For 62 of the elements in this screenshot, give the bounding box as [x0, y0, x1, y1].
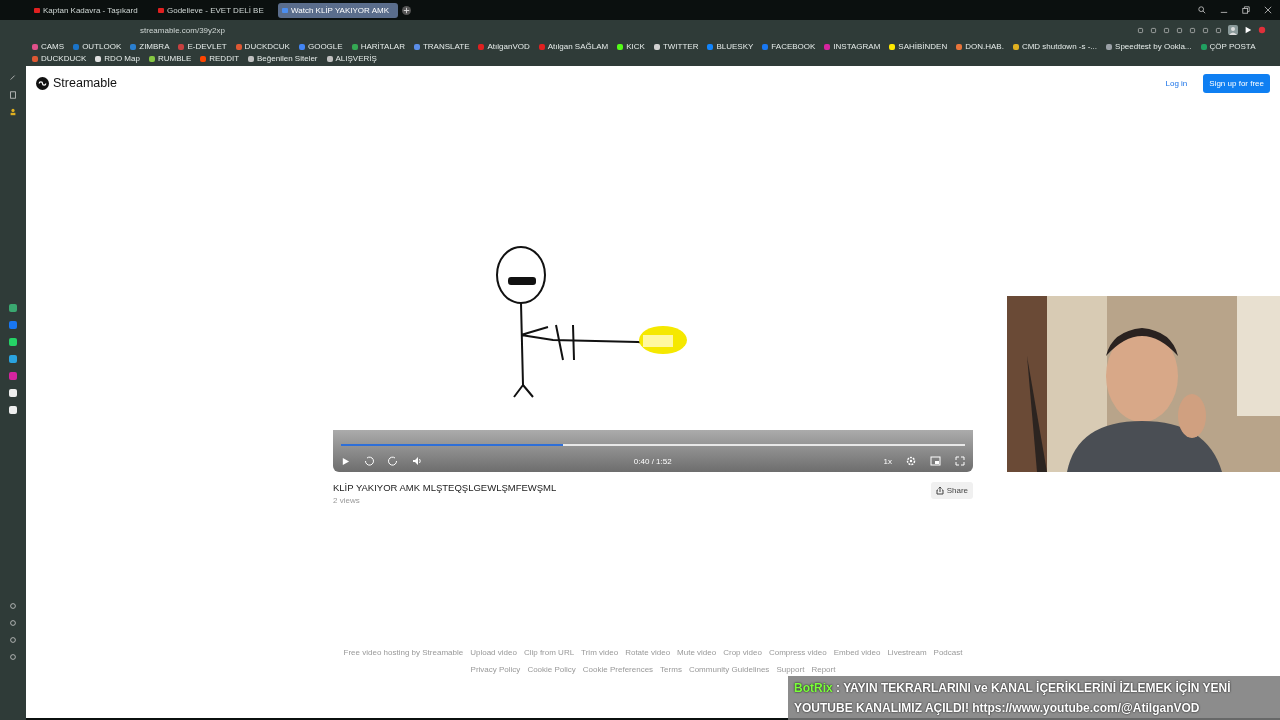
view-count: 2 views: [333, 496, 361, 505]
bookmark[interactable]: TRANSLATE: [413, 42, 470, 51]
browser-tab[interactable]: Watch KLİP YAKIYOR AMK: [278, 2, 398, 18]
bookmark[interactable]: DON.HAB.: [956, 42, 1004, 51]
bookmark[interactable]: KICK: [617, 42, 645, 51]
share-button[interactable]: Share: [930, 482, 973, 499]
app-icon[interactable]: [9, 321, 17, 329]
play-icon: [1244, 26, 1252, 34]
browser-tab[interactable]: Kaptan Kadavra - Taşıkard: [30, 2, 150, 18]
app-icon[interactable]: [9, 389, 17, 397]
app-icon[interactable]: [9, 304, 17, 312]
bookmark[interactable]: ÇÖP POSTA: [1200, 42, 1256, 51]
fullscreen-button[interactable]: [955, 456, 965, 466]
signup-button[interactable]: Sign up for free: [1203, 73, 1270, 93]
bookmark[interactable]: OUTLOOK: [73, 42, 122, 51]
bookmark[interactable]: BLUESKY: [707, 42, 754, 51]
chat-message: BotRix : YAYIN TEKRARLARINI ve KANAL İÇERİKLERİNİ İZLEMEK İÇİN YENİ YOUTUBE KANALIMIZ AÇILDI! https://www.youtube.com/@AtilganVOD: [788, 676, 1280, 720]
bookmark[interactable]: REDDIT: [200, 54, 240, 63]
pip-button[interactable]: [930, 456, 941, 466]
speed-button[interactable]: 1x: [883, 456, 892, 466]
forward-button[interactable]: [388, 456, 398, 466]
bookmark[interactable]: FACEBOOK: [762, 42, 816, 51]
bookmark[interactable]: HARİTALAR: [351, 42, 405, 51]
video-title: KLİP YAKIYOR AMK MLŞTEQŞLGEWLŞMFEWŞML: [333, 482, 557, 493]
bookmark[interactable]: RDO Map: [95, 54, 140, 63]
new-tab-icon[interactable]: [402, 5, 411, 15]
streamable-logo[interactable]: Streamable: [36, 76, 117, 90]
bookmark[interactable]: DUCKDUCK: [32, 54, 87, 63]
play-button[interactable]: [341, 456, 350, 466]
bookmark[interactable]: Beğenilen Siteler: [248, 54, 318, 63]
bookmark[interactable]: TWITTER: [653, 42, 699, 51]
bookmark[interactable]: Atılgan SAĞLAM: [538, 42, 609, 51]
close-icon: [1264, 6, 1272, 14]
search-icon: [1198, 6, 1206, 14]
address-bar[interactable]: streamable.com/39y2xp: [140, 25, 225, 35]
bookmark[interactable]: INSTAGRAM: [824, 42, 881, 51]
browser-tab[interactable]: Godelieve - EVET DELİ BE: [154, 2, 274, 18]
bookmark[interactable]: Speedtest by Ookla...: [1106, 42, 1192, 51]
bookmark[interactable]: SAHİBİNDEN: [889, 42, 948, 51]
person-icon: [9, 108, 17, 116]
avatar-icon: [1228, 25, 1238, 35]
rewind-button[interactable]: [364, 456, 374, 466]
playback-time: 0:40 / 1:52: [632, 456, 673, 466]
app-icon[interactable]: [9, 372, 17, 380]
extension-icon: [1258, 26, 1266, 34]
login-link[interactable]: Log in: [1159, 77, 1194, 89]
app-icon[interactable]: [9, 355, 17, 363]
bookmark[interactable]: CMD shutdown -s -...: [1012, 42, 1098, 51]
restore-icon: [1242, 6, 1250, 14]
bookmark[interactable]: GOOGLE: [298, 42, 343, 51]
bookmark[interactable]: RUMBLE: [148, 54, 192, 63]
bookmark[interactable]: ZIMBRA: [130, 42, 170, 51]
app-icon[interactable]: [9, 338, 17, 346]
bookmark[interactable]: DUCKDCUK: [235, 42, 290, 51]
bookmark[interactable]: ALIŞVERİŞ: [326, 54, 377, 63]
clipboard-icon: [9, 91, 17, 99]
bookmark[interactable]: AtılganVOD: [478, 42, 530, 51]
bookmark[interactable]: E-DEVLET: [178, 42, 227, 51]
volume-button[interactable]: [412, 456, 422, 466]
bookmark[interactable]: CAMS: [32, 42, 65, 51]
settings-button[interactable]: [906, 456, 916, 466]
app-icon[interactable]: [9, 406, 17, 414]
